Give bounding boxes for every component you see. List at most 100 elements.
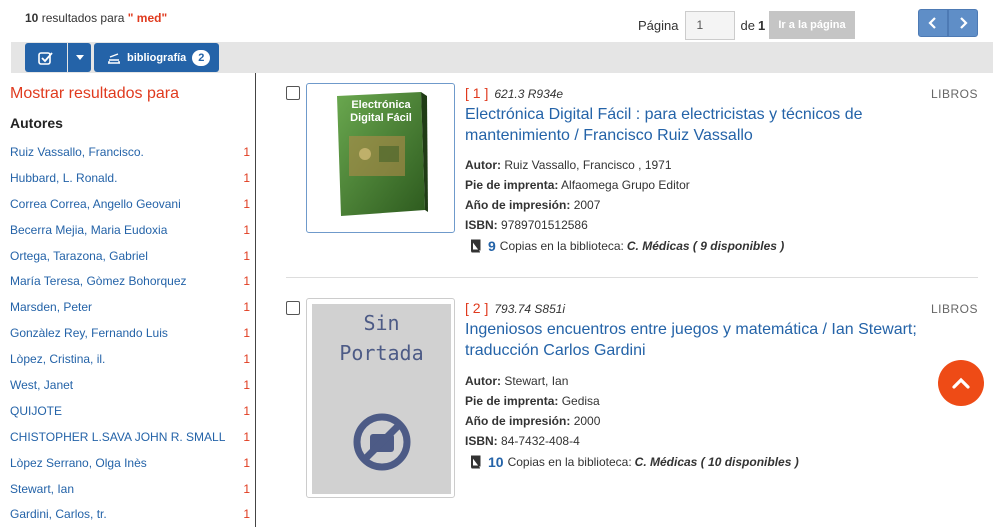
stack-icon <box>108 52 120 64</box>
imprint-label: Pie de imprenta: <box>465 178 559 192</box>
facet-item[interactable]: Lòpez Serrano, Olga Inès 1 <box>10 450 250 476</box>
copies-text: Copias en la biblioteca: <box>499 239 624 253</box>
year-label: Año de impresión: <box>465 198 571 212</box>
scroll-to-top-button[interactable] <box>938 360 984 406</box>
facet-author-link[interactable]: CHISTOPHER L.SAVA JOHN R. SMALL <box>10 430 225 444</box>
author-label: Autor: <box>465 158 501 172</box>
copies-text: Copias en la biblioteca: <box>507 455 632 469</box>
facet-count: 1 <box>243 507 250 522</box>
call-number: 621.3 R934e <box>494 87 564 101</box>
facet-count: 1 <box>243 248 250 263</box>
facet-author-link[interactable]: Ortega, Tarazona, Gabriel <box>10 249 148 263</box>
imprint-label: Pie de imprenta: <box>465 394 559 408</box>
facet-author-link[interactable]: Marsden, Peter <box>10 300 92 314</box>
facet-author-link[interactable]: QUIJOTE <box>10 404 62 418</box>
facet-count: 1 <box>243 403 250 418</box>
book-cover[interactable]: Sin Portada <box>306 298 455 498</box>
material-type: LIBROS <box>930 87 978 101</box>
rank-number: [ 2 ] <box>465 300 489 316</box>
result-rank: [ 2 ] 793.74 S851i <box>465 300 565 316</box>
library-name: C. Médicas <box>626 239 690 253</box>
top-bar: 10 resultados para " med" Página de 1 Ir… <box>0 0 1003 42</box>
year-value: 2007 <box>573 198 601 212</box>
facet-count: 1 <box>243 170 250 185</box>
author-label: Autor: <box>465 374 501 388</box>
facet-count: 1 <box>243 222 250 237</box>
facet-item[interactable]: María Teresa, Gòmez Bohorquez 1 <box>10 268 250 294</box>
isbn-label: ISBN: <box>465 434 498 448</box>
book-cover-image: Electrónica Digital Fácil <box>337 92 428 216</box>
facet-author-link[interactable]: Lòpez, Cristina, il. <box>10 352 105 366</box>
isbn-line: ISBN: 9789701512586 <box>465 218 588 232</box>
facet-author-link[interactable]: Correa Correa, Angello Geovani <box>10 197 181 211</box>
facet-author-link[interactable]: María Teresa, Gòmez Bohorquez <box>10 274 187 288</box>
copies-count[interactable]: 10 <box>488 454 504 470</box>
facet-item[interactable]: Gardini, Carlos, tr. 1 <box>10 501 250 527</box>
page-label: Página <box>638 17 679 33</box>
select-all-button[interactable] <box>25 43 67 72</box>
chevron-left-icon <box>928 17 936 29</box>
facet-item[interactable]: Hubbard, L. Ronald. 1 <box>10 165 250 191</box>
facet-item[interactable]: Ortega, Tarazona, Gabriel 1 <box>10 243 250 269</box>
isbn-line: ISBN: 84-7432-408-4 <box>465 434 580 448</box>
bibliography-count-badge: 2 <box>192 49 211 66</box>
author-value: Ruiz Vassallo, Francisco , 1971 <box>504 158 672 172</box>
facet-author-link[interactable]: Becerra Mejia, Maria Eudoxia <box>10 223 167 237</box>
author-line: Autor: Ruiz Vassallo, Francisco , 1971 <box>465 158 672 172</box>
results-text: resultados para <box>41 11 125 25</box>
bibliography-label: bibliografía <box>127 51 187 64</box>
facet-count: 1 <box>243 196 250 211</box>
book-cover[interactable]: Electrónica Digital Fácil <box>306 83 455 233</box>
previous-page-button[interactable] <box>918 9 948 37</box>
copies-line: 9 Copias en la biblioteca: C. Médicas ( … <box>468 238 784 254</box>
facet-author-link[interactable]: Gonzàlez Rey, Fernando Luis <box>10 326 168 340</box>
result-title-link[interactable]: Ingeniosos encuentros entre juegos y mat… <box>465 319 935 361</box>
facet-author-link[interactable]: West, Janet <box>10 378 73 392</box>
facet-item[interactable]: Ruiz Vassallo, Francisco. 1 <box>10 139 250 165</box>
select-options-dropdown[interactable] <box>68 43 91 72</box>
facet-item[interactable]: Becerra Mejia, Maria Eudoxia 1 <box>10 217 250 243</box>
facet-item[interactable]: QUIJOTE 1 <box>10 398 250 424</box>
facet-count: 1 <box>243 481 250 496</box>
no-cover-text-line-2: Portada <box>339 341 424 365</box>
facet-item[interactable]: Gonzàlez Rey, Fernando Luis 1 <box>10 320 250 346</box>
imprint-value: Gedisa <box>561 394 600 408</box>
result-checkbox[interactable] <box>286 301 300 315</box>
facet-item[interactable]: CHISTOPHER L.SAVA JOHN R. SMALL 1 <box>10 424 250 450</box>
facet-author-link[interactable]: Hubbard, L. Ronald. <box>10 171 117 185</box>
facet-heading: Mostrar resultados para <box>10 85 179 102</box>
year-label: Año de impresión: <box>465 414 571 428</box>
next-page-button[interactable] <box>948 9 978 37</box>
facet-item[interactable]: Marsden, Peter 1 <box>10 294 250 320</box>
facet-item[interactable]: Lòpez, Cristina, il. 1 <box>10 346 250 372</box>
page-nav <box>918 9 978 37</box>
cover-title-line-2: Digital Fácil <box>350 112 412 124</box>
facet-count: 1 <box>243 326 250 341</box>
copies-count[interactable]: 9 <box>488 238 496 254</box>
book-icon <box>471 455 481 469</box>
go-to-page-button[interactable]: Ir a la página <box>769 11 855 39</box>
book-icon <box>471 239 481 253</box>
facet-item[interactable]: West, Janet 1 <box>10 372 250 398</box>
year-line: Año de impresión: 2007 <box>465 198 600 212</box>
availability: ( 10 disponibles ) <box>700 455 799 469</box>
result-checkbox[interactable] <box>286 86 300 100</box>
no-image-icon <box>353 413 411 471</box>
check-square-icon <box>38 51 53 65</box>
facet-author-link[interactable]: Gardini, Carlos, tr. <box>10 507 107 521</box>
result-rank: [ 1 ] 621.3 R934e <box>465 85 563 101</box>
facet-author-link[interactable]: Ruiz Vassallo, Francisco. <box>10 145 144 159</box>
material-type: LIBROS <box>930 302 978 316</box>
bibliography-button[interactable]: bibliografía 2 <box>94 43 219 72</box>
year-value: 2000 <box>573 414 601 428</box>
facet-item[interactable]: Correa Correa, Angello Geovani 1 <box>10 191 250 217</box>
facet-author-link[interactable]: Lòpez Serrano, Olga Inès <box>10 456 147 470</box>
isbn-value: 84-7432-408-4 <box>501 434 580 448</box>
cover-title-line-1: Electrónica <box>351 99 411 111</box>
result-title-link[interactable]: Electrónica Digital Fácil : para electri… <box>465 104 935 146</box>
facet-author-link[interactable]: Stewart, Ian <box>10 482 74 496</box>
facet-count: 1 <box>243 429 250 444</box>
facet-item[interactable]: Stewart, Ian 1 <box>10 476 250 502</box>
total-pages: 1 <box>757 17 766 33</box>
page-input[interactable] <box>685 10 736 40</box>
